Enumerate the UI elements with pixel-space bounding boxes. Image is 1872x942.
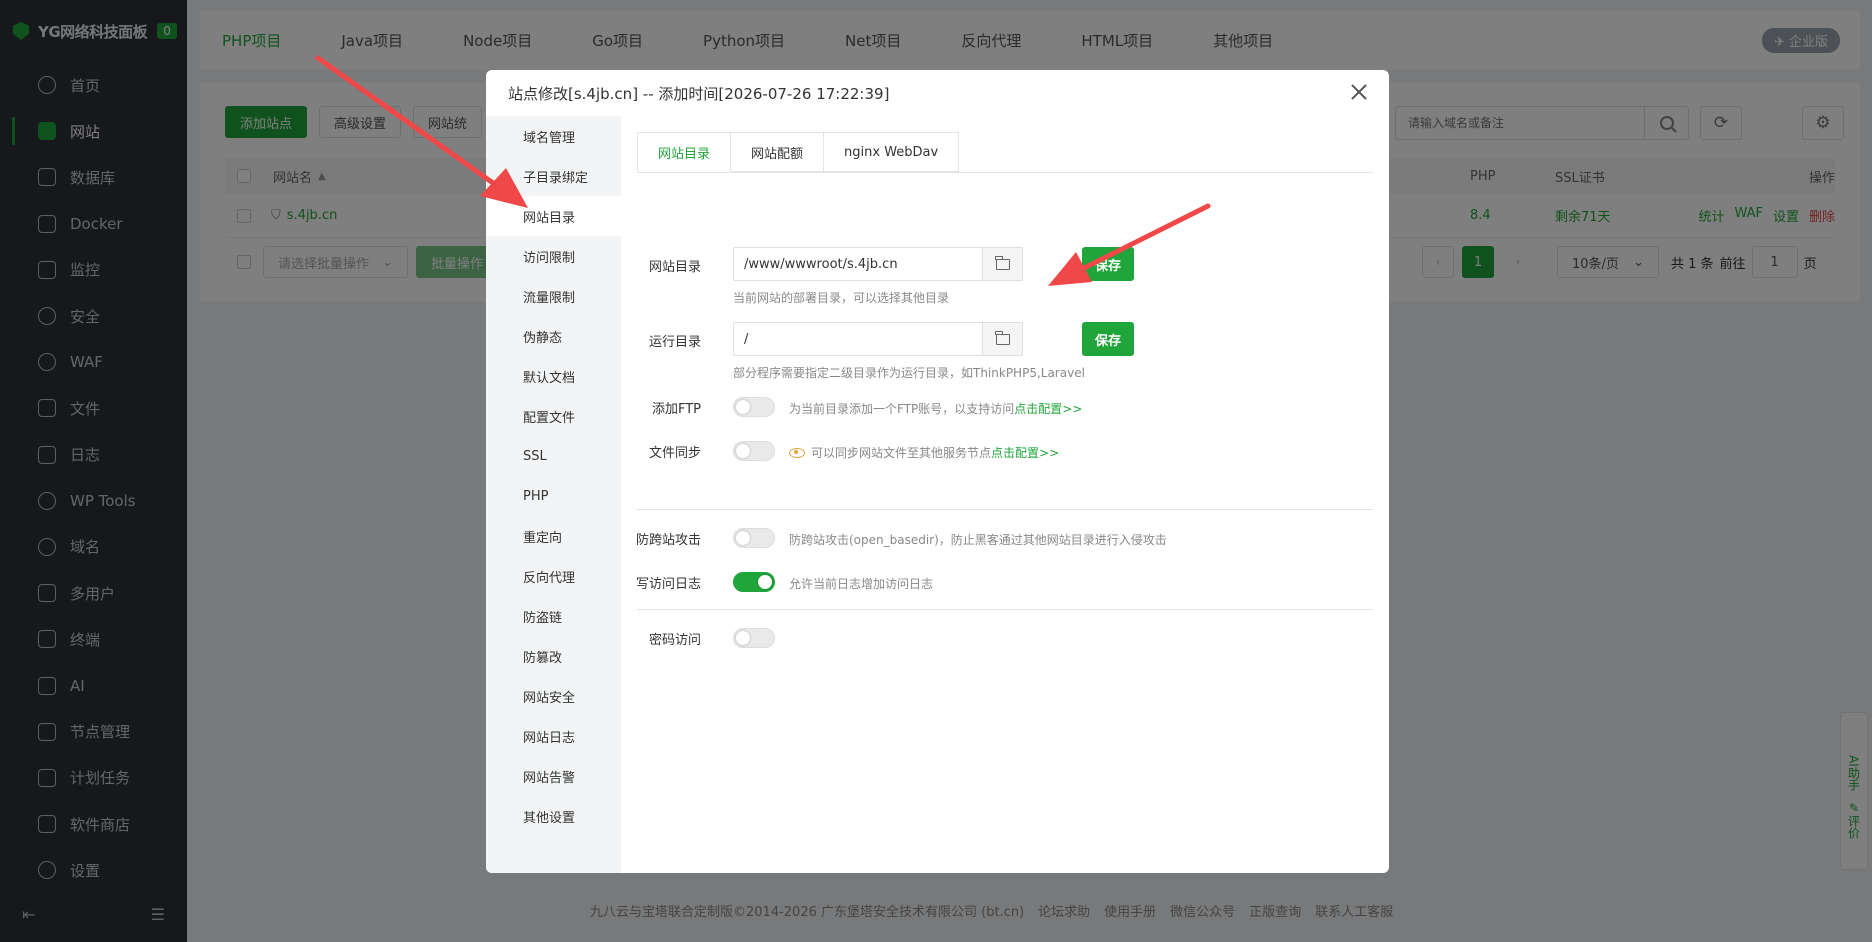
basedir-label: 防跨站攻击 xyxy=(635,533,701,548)
eye-icon xyxy=(789,448,805,458)
ftp-hint: 为当前目录添加一个FTP账号，以支持访问点击配置>> xyxy=(789,400,1082,417)
modal-menu-item-12[interactable]: 防盗链 xyxy=(486,596,621,636)
site-dir-field xyxy=(733,247,1023,281)
sync-config-link[interactable]: 点击配置>> xyxy=(991,446,1059,460)
modal-menu-item-10[interactable]: 重定向 xyxy=(486,516,621,556)
modal-menu-item-16[interactable]: 网站告警 xyxy=(486,756,621,796)
sync-switch[interactable] xyxy=(733,441,775,461)
site-dir-save-button[interactable]: 保存 xyxy=(1082,247,1134,281)
modal-menu-item-0[interactable]: 域名管理 xyxy=(486,116,621,156)
modal-body: 网站目录网站配额nginx WebDav 网站目录 保存 当前网站的部署目录，可… xyxy=(621,116,1389,873)
sub-tab-1[interactable]: 网站配额 xyxy=(731,132,825,172)
site-dir-label: 网站目录 xyxy=(648,260,701,275)
run-dir-browse-button[interactable] xyxy=(982,323,1022,355)
ftp-switch[interactable] xyxy=(733,397,775,417)
sub-tabs: 网站目录 网站配额 nginx WebDav xyxy=(637,132,960,172)
modal-menu-item-4[interactable]: 流量限制 xyxy=(486,276,621,316)
modal-menu-item-11[interactable]: 反向代理 xyxy=(486,556,621,596)
modal-menu-item-17[interactable]: 其他设置 xyxy=(486,796,621,836)
modal-menu: 域名管理 子目录绑定 网站目录 访问限制 流量限制 伪静态 默认文档 配置文件 SSL PHP 重定… xyxy=(486,116,621,873)
sub-tab-0[interactable]: 网站目录 xyxy=(637,132,732,172)
site-edit-modal: 站点修改[s.4jb.cn] -- 添加时间[2026-07-26 17:22:… xyxy=(486,70,1389,873)
access-log-hint: 允许当前日志增加访问日志 xyxy=(789,577,934,591)
run-dir-input[interactable] xyxy=(734,323,982,355)
site-dir-hint: 当前网站的部署目录，可以选择其他目录 xyxy=(733,291,950,305)
password-switch[interactable] xyxy=(733,628,775,648)
close-icon[interactable] xyxy=(1349,82,1369,102)
basedir-switch[interactable] xyxy=(733,528,775,548)
modal-menu-item-13[interactable]: 防篡改 xyxy=(486,636,621,676)
modal-menu-item-1[interactable]: 子目录绑定 xyxy=(486,156,621,196)
modal-title: 站点修改[s.4jb.cn] -- 添加时间[2026-07-26 17:22:… xyxy=(508,84,890,103)
sync-hint-text: 可以同步网站文件至其他服务节点 xyxy=(811,446,992,460)
modal-header: 站点修改[s.4jb.cn] -- 添加时间[2026-07-26 17:22:… xyxy=(486,70,1389,116)
folder-icon xyxy=(995,255,1010,270)
access-log-switch[interactable] xyxy=(733,572,775,592)
ftp-config-link[interactable]: 点击配置>> xyxy=(1014,402,1082,416)
password-label: 密码访问 xyxy=(648,633,701,648)
sync-label: 文件同步 xyxy=(648,446,701,461)
modal-menu-item-2[interactable]: 网站目录 xyxy=(486,196,621,236)
ftp-label: 添加FTP xyxy=(651,402,701,417)
sync-hint: 可以同步网站文件至其他服务节点点击配置>> xyxy=(789,444,1059,461)
modal-menu-item-3[interactable]: 访问限制 xyxy=(486,236,621,276)
modal-menu-item-9[interactable]: PHP xyxy=(486,476,621,516)
access-log-label: 写访问日志 xyxy=(635,577,701,592)
modal-menu-item-14[interactable]: 网站安全 xyxy=(486,676,621,716)
run-dir-field xyxy=(733,322,1023,356)
divider xyxy=(637,509,1373,510)
modal-menu-item-8[interactable]: SSL xyxy=(486,436,621,476)
site-dir-browse-button[interactable] xyxy=(982,248,1022,280)
run-dir-save-button[interactable]: 保存 xyxy=(1082,322,1134,356)
modal-menu-item-5[interactable]: 伪静态 xyxy=(486,316,621,356)
divider xyxy=(637,609,1373,610)
folder-icon xyxy=(995,330,1010,345)
run-dir-label: 运行目录 xyxy=(648,335,701,350)
run-dir-hint: 部分程序需要指定二级目录作为运行目录，如ThinkPHP5,Laravel xyxy=(733,366,1085,380)
basedir-hint: 防跨站攻击(open_basedir)，防止黑客通过其他网站目录进行入侵攻击 xyxy=(789,533,1167,547)
ftp-hint-text: 为当前目录添加一个FTP账号，以支持访问 xyxy=(789,402,1015,416)
sub-tab-2[interactable]: nginx WebDav xyxy=(824,132,960,172)
modal-menu-item-7[interactable]: 配置文件 xyxy=(486,396,621,436)
site-dir-input[interactable] xyxy=(734,248,982,280)
modal-menu-item-15[interactable]: 网站日志 xyxy=(486,716,621,756)
sub-tabs-divider xyxy=(637,172,1373,173)
modal-menu-item-6[interactable]: 默认文档 xyxy=(486,356,621,396)
